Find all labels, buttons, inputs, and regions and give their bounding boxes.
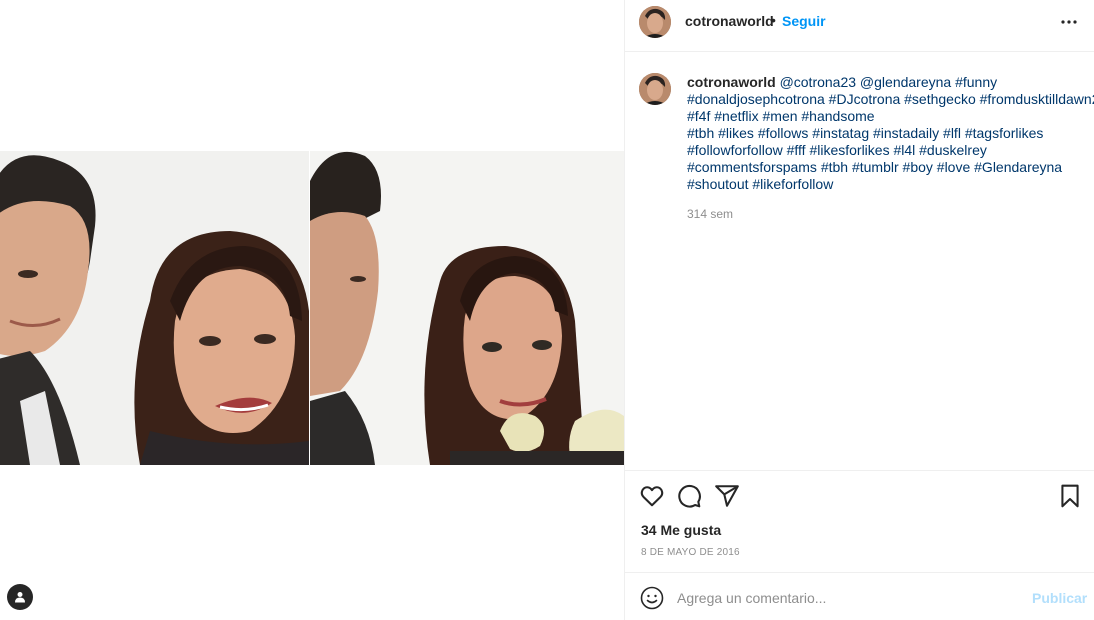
post-caption: cotronaworld @cotrona23 @glendareyna #fu… — [687, 74, 1094, 193]
post-photo-left — [0, 151, 309, 465]
user-icon — [15, 592, 25, 603]
follow-button[interactable]: Seguir — [782, 13, 826, 29]
comment-button[interactable] — [676, 483, 702, 509]
caption-line[interactable]: #f4f #netflix #men #handsome — [687, 108, 1087, 125]
post-photo-right — [310, 151, 624, 465]
post-side-panel: cotronaworld • Seguir cotronaworld @cotr… — [624, 0, 1094, 620]
caption-line[interactable]: #followforfollow #fff #likesforlikes #l4… — [687, 142, 1087, 159]
emoji-button[interactable] — [640, 586, 664, 610]
caption-line[interactable]: #donaldjosephcotrona #DJcotrona #sethgec… — [687, 91, 1094, 108]
bookmark-icon — [1061, 484, 1079, 508]
post-actions: 34 Me gusta 8 DE MAYO DE 2016 — [625, 470, 1094, 570]
more-options-button[interactable] — [1057, 12, 1081, 32]
comment-input[interactable] — [677, 583, 1017, 613]
emoji-icon — [640, 586, 664, 610]
more-horizontal-icon — [1061, 20, 1077, 24]
caption-username[interactable]: cotronaworld — [687, 74, 776, 90]
caption-line[interactable]: #tbh #likes #follows #instatag #instadai… — [687, 125, 1087, 142]
caption-line[interactable]: #commentsforspams #tbh #tumblr #boy #lov… — [687, 159, 1087, 176]
heart-icon — [640, 486, 664, 507]
tag-user-button[interactable] — [7, 584, 33, 610]
comment-icon — [678, 485, 701, 508]
share-icon — [715, 485, 739, 507]
save-button[interactable] — [1057, 483, 1083, 509]
separator-dot: • — [771, 12, 776, 28]
share-button[interactable] — [714, 483, 740, 509]
caption-area: cotronaworld @cotrona23 @glendareyna #fu… — [625, 52, 1094, 470]
caption-line[interactable]: #shoutout #likeforfollow — [687, 176, 1087, 193]
like-button[interactable] — [639, 483, 665, 509]
time-ago[interactable]: 314 sem — [687, 207, 733, 221]
post-header: cotronaworld • Seguir — [625, 0, 1094, 52]
comment-bar: Publicar — [625, 572, 1094, 620]
publish-button[interactable]: Publicar — [1032, 590, 1087, 606]
username[interactable]: cotronaworld — [685, 13, 774, 29]
caption-line[interactable]: @cotrona23 @glendareyna #funny — [780, 74, 998, 90]
caption-avatar[interactable] — [639, 73, 671, 105]
avatar[interactable] — [639, 6, 671, 38]
post-date[interactable]: 8 DE MAYO DE 2016 — [641, 547, 740, 558]
likes-count[interactable]: 34 Me gusta — [641, 522, 721, 538]
post-media[interactable] — [0, 0, 624, 620]
